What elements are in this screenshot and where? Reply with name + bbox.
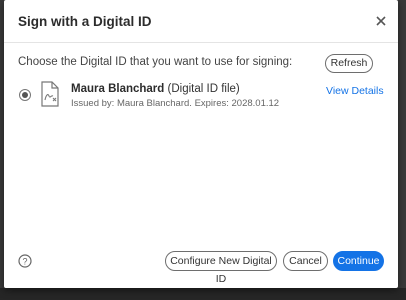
digital-id-row[interactable]: Maura Blanchard (Digital ID file) Issued… — [4, 78, 398, 116]
digital-id-type: (Digital ID file) — [167, 83, 240, 95]
digital-id-radio[interactable] — [19, 89, 31, 101]
configure-new-digital-id-button[interactable]: Configure New Digital ID — [165, 251, 277, 285]
continue-button[interactable]: Continue — [333, 251, 384, 271]
digital-id-title: Maura Blanchard (Digital ID file) — [71, 83, 240, 95]
digital-id-issued-info: Issued by: Maura Blanchard. Expires: 202… — [71, 98, 280, 109]
backdrop-bottom — [0, 288, 406, 300]
refresh-button[interactable]: Refresh — [325, 54, 373, 73]
choose-id-prompt: Choose the Digital ID that you want to u… — [18, 56, 293, 68]
digital-id-file-icon — [41, 81, 59, 107]
svg-text:?: ? — [22, 257, 27, 267]
dialog-titlebar: Sign with a Digital ID — [4, 0, 398, 43]
sign-digital-id-dialog: Sign with a Digital ID Choose the Digita… — [4, 0, 398, 288]
view-details-link[interactable]: View Details — [326, 85, 384, 97]
digital-id-name: Maura Blanchard — [71, 83, 165, 95]
dialog-title: Sign with a Digital ID — [18, 14, 152, 29]
backdrop-right — [398, 0, 406, 300]
help-icon[interactable]: ? — [18, 254, 32, 268]
close-icon[interactable] — [374, 14, 388, 28]
cancel-button[interactable]: Cancel — [283, 251, 328, 271]
